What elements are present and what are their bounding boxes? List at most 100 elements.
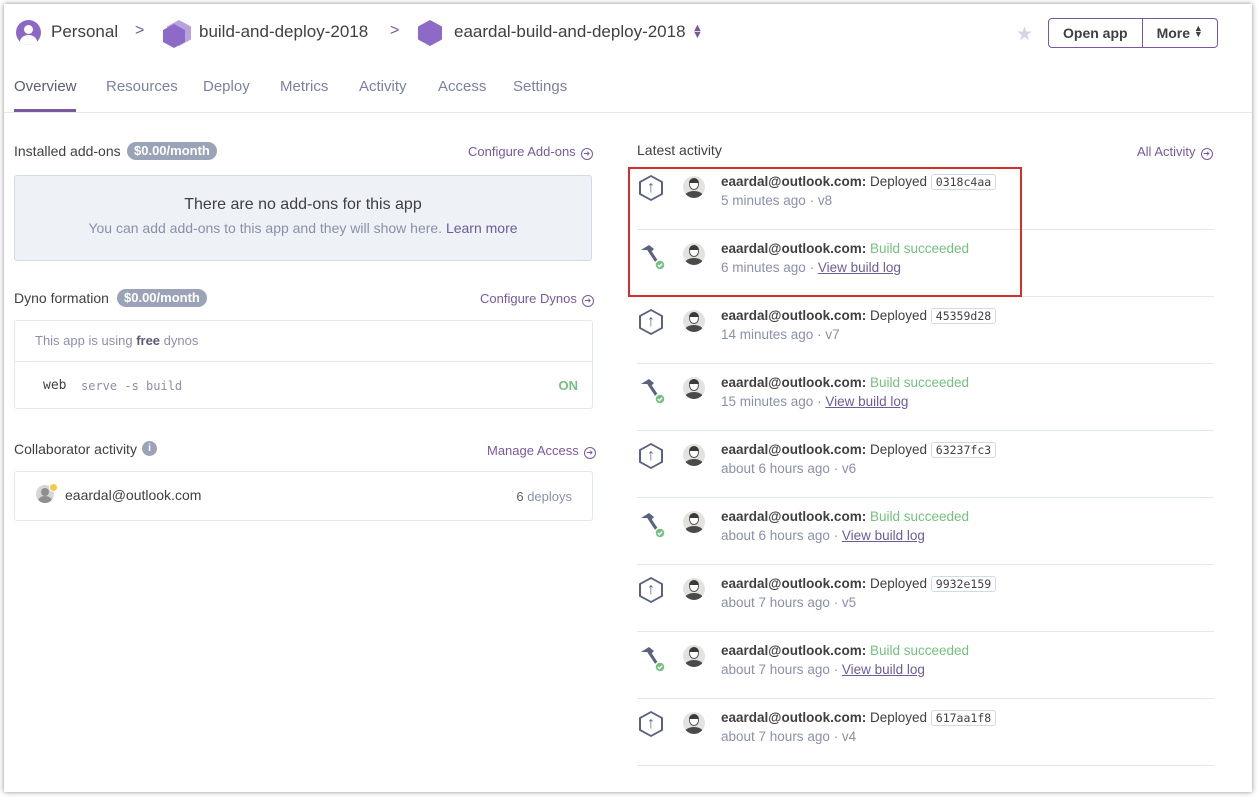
- activity-item: eaardal@outlook.com: Build succeeded abou…: [637, 497, 1214, 565]
- more-label: More: [1156, 25, 1191, 41]
- deploy-icon: ↑: [639, 309, 663, 335]
- activity-summary: eaardal@outlook.com: Deployed 9932e159: [721, 576, 997, 592]
- dynos-cost-badge: $0.00/month: [117, 289, 207, 307]
- activity-status: Build succeeded: [869, 509, 970, 524]
- more-button[interactable]: More ▲ ▼: [1141, 19, 1217, 47]
- all-activity-link[interactable]: All Activity ➔: [1137, 144, 1213, 160]
- build-hammer-icon: [641, 647, 666, 673]
- tab-activity[interactable]: Activity: [359, 78, 407, 95]
- dyno-note-suffix: dynos: [163, 333, 199, 348]
- arrow-circle-icon: ➔: [1200, 148, 1213, 160]
- addons-empty-subtitle: You can add add-ons to this app and they…: [15, 220, 591, 236]
- activity-user: eaardal@outlook.com:: [721, 643, 867, 658]
- dyno-status-toggle[interactable]: ON: [559, 378, 579, 393]
- separator: ·: [817, 394, 822, 409]
- activity-action: Deployed: [869, 710, 928, 725]
- build-hammer-icon: [641, 513, 666, 539]
- separator: ·: [817, 327, 822, 342]
- all-activity-label: All Activity: [1137, 144, 1196, 159]
- dyno-note-prefix: This app is using: [35, 333, 133, 348]
- activity-time: 15 minutes ago: [721, 394, 814, 409]
- breadcrumb-app[interactable]: eaardal-build-and-deploy-2018: [454, 22, 686, 42]
- breadcrumb-personal[interactable]: Personal: [51, 22, 118, 42]
- configure-addons-label: Configure Add-ons: [468, 144, 576, 159]
- release-version: v5: [841, 595, 857, 610]
- view-build-log-link[interactable]: View build log: [842, 662, 925, 677]
- dyno-row: web serve -s build ON: [15, 362, 592, 408]
- header: Personal > build-and-deploy-2018 > eaard…: [4, 4, 1252, 61]
- arrow-circle-icon: ➔: [580, 148, 593, 160]
- activity-meta: about 7 hours ago · v5: [721, 595, 856, 610]
- commit-hash[interactable]: 617aa1f8: [930, 710, 997, 726]
- activity-item: ↑ eaardal@outlook.com: Deployed 9932e159 a…: [637, 564, 1214, 632]
- open-app-button[interactable]: Open app: [1049, 19, 1142, 47]
- configure-dynos-link[interactable]: Configure Dynos ➔: [480, 291, 594, 307]
- addons-empty-title: There are no add-ons for this app: [184, 196, 422, 213]
- owner-badge-icon: [49, 483, 58, 492]
- activity-action: Deployed: [869, 308, 928, 323]
- configure-dynos-label: Configure Dynos: [480, 291, 577, 306]
- view-build-log-link[interactable]: View build log: [825, 394, 908, 409]
- tab-overview[interactable]: Overview: [14, 78, 77, 95]
- sort-icon[interactable]: ▲ ▼: [692, 23, 703, 41]
- tab-deploy[interactable]: Deploy: [203, 78, 250, 95]
- arrow-circle-icon: ➔: [583, 447, 596, 459]
- activity-action: Deployed: [869, 442, 928, 457]
- activity-status: Build succeeded: [869, 375, 970, 390]
- activity-item: ↑ eaardal@outlook.com: Deployed 45359d28 1…: [637, 296, 1214, 364]
- app-hex-icon: [418, 20, 442, 46]
- build-hammer-icon: [641, 379, 666, 405]
- activity-item: eaardal@outlook.com: Build succeeded abou…: [637, 631, 1214, 699]
- sort-icon: ▲ ▼: [1193, 23, 1203, 39]
- activity-item: eaardal@outlook.com: Build succeeded 15 m…: [637, 363, 1214, 431]
- release-version: v4: [841, 729, 857, 744]
- activity-meta: about 6 hours ago · v6: [721, 461, 856, 476]
- separator: ·: [833, 662, 839, 677]
- activity-summary: eaardal@outlook.com: Deployed 617aa1f8: [721, 710, 997, 726]
- info-icon[interactable]: i: [142, 441, 157, 456]
- activity-user: eaardal@outlook.com:: [721, 509, 867, 524]
- activity-time: about 7 hours ago: [721, 662, 830, 677]
- avatar: [683, 712, 705, 734]
- tab-resources[interactable]: Resources: [106, 78, 178, 95]
- activity-user: eaardal@outlook.com:: [721, 442, 867, 457]
- tab-settings[interactable]: Settings: [513, 78, 567, 95]
- release-version: v6: [841, 461, 857, 476]
- commit-hash[interactable]: 45359d28: [930, 308, 997, 324]
- star-icon[interactable]: ★: [1016, 23, 1033, 46]
- avatar: [683, 444, 705, 466]
- avatar: [683, 377, 705, 399]
- breadcrumb-pipeline[interactable]: build-and-deploy-2018: [199, 22, 368, 42]
- separator: ·: [833, 595, 839, 610]
- dyno-note: This app is using free dynos: [15, 321, 592, 362]
- chevron-right-icon: >: [390, 22, 400, 39]
- commit-hash[interactable]: 63237fc3: [930, 442, 997, 458]
- activity-time: about 6 hours ago: [721, 461, 830, 476]
- configure-addons-link[interactable]: Configure Add-ons ➔: [468, 144, 593, 160]
- dyno-name: web: [43, 378, 67, 393]
- tab-access[interactable]: Access: [438, 78, 486, 95]
- commit-hash[interactable]: 9932e159: [930, 576, 997, 592]
- header-actions: Open app More ▲ ▼: [1048, 18, 1218, 48]
- manage-access-label: Manage Access: [487, 443, 579, 458]
- user-icon: [16, 20, 41, 45]
- tab-metrics[interactable]: Metrics: [280, 78, 328, 95]
- app-window: Personal > build-and-deploy-2018 > eaard…: [4, 4, 1252, 792]
- addons-cost-badge: $0.00/month: [127, 142, 217, 160]
- activity-meta: about 6 hours ago · View build log: [721, 528, 925, 543]
- collaborator-email[interactable]: eaardal@outlook.com: [65, 487, 201, 503]
- view-build-log-link[interactable]: View build log: [842, 528, 925, 543]
- manage-access-link[interactable]: Manage Access ➔: [487, 443, 596, 459]
- tab-bar: Overview Resources Deploy Metrics Activi…: [4, 61, 1252, 113]
- activity-item: ↑ eaardal@outlook.com: Deployed 63237fc3 a…: [637, 430, 1214, 498]
- activity-summary: eaardal@outlook.com: Deployed 45359d28: [721, 308, 997, 324]
- highlight-box: [628, 167, 1022, 297]
- deploy-icon: ↑: [639, 577, 663, 603]
- activity-item: ↑ eaardal@outlook.com: Deployed 617aa1f8 a…: [637, 698, 1214, 766]
- deploy-count: 6: [516, 489, 524, 504]
- separator: ·: [833, 729, 839, 744]
- activity-user: eaardal@outlook.com:: [721, 710, 867, 725]
- activity-summary: eaardal@outlook.com: Build succeeded: [721, 375, 969, 390]
- avatar: [683, 645, 705, 667]
- learn-more-link[interactable]: Learn more: [446, 220, 518, 236]
